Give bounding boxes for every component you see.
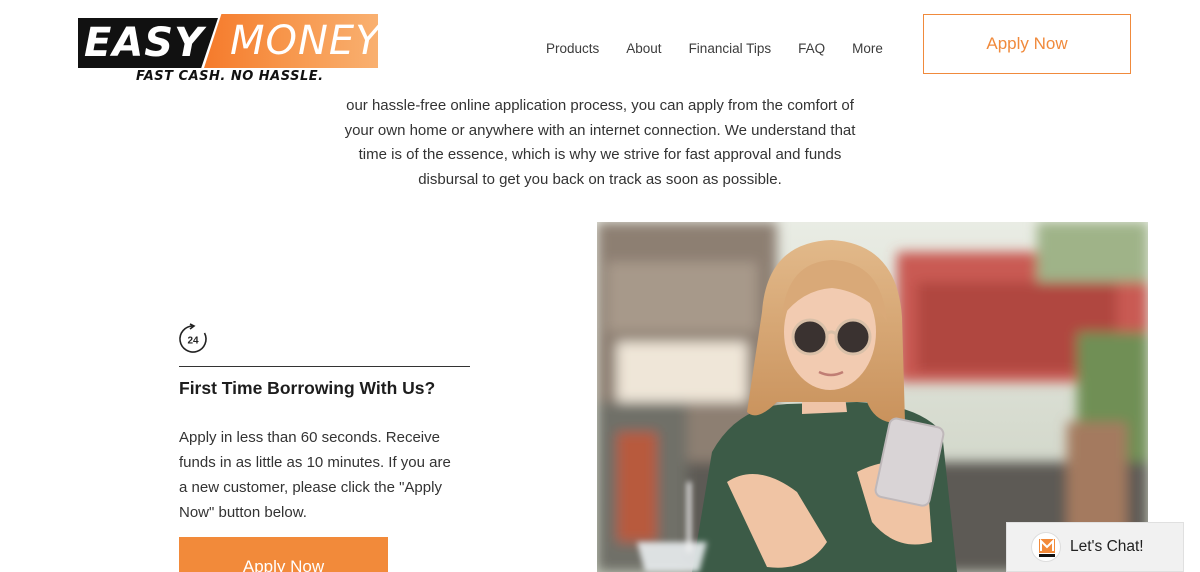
intro-paragraph: our hassle-free online application proce… — [300, 94, 900, 192]
logo-word-easy: EASY — [84, 20, 205, 66]
intro-line: time is of the essence, which is why we … — [358, 146, 842, 163]
apply-now-button[interactable]: Apply Now — [179, 537, 388, 572]
logo-word-money: MONEY — [230, 18, 381, 64]
intro-line: disbursal to get you back on track as so… — [418, 170, 782, 188]
logo-tagline: FAST CASH. NO HASSLE. — [136, 69, 324, 84]
nav-item-about[interactable]: About — [626, 40, 661, 58]
chat-label: Let's Chat! — [1070, 538, 1144, 555]
section-title: First Time Borrowing With Us? — [179, 378, 436, 398]
clock-icon-text: 24 — [187, 336, 199, 347]
header-apply-now-button[interactable]: Apply Now — [923, 14, 1131, 74]
chat-widget-button[interactable]: Let's Chat! — [1006, 522, 1184, 572]
clock-24-icon: 24 — [177, 323, 209, 355]
woman-with-phone-photo — [597, 222, 1148, 572]
nav-item-more[interactable]: More — [852, 40, 883, 58]
logo[interactable]: EASY MONEY FAST CASH. NO HASSLE. — [78, 12, 380, 86]
description-line: a new customer, please click the "Apply — [179, 479, 442, 496]
description-line: Apply in less than 60 seconds. Receive — [179, 429, 440, 446]
section-description: Apply in less than 60 seconds. Receive f… — [179, 425, 479, 525]
main-nav: Products About Financial Tips FAQ More — [546, 40, 883, 58]
section-divider — [179, 366, 470, 367]
intro-line: your own home or anywhere with an intern… — [344, 121, 856, 139]
nav-item-financial-tips[interactable]: Financial Tips — [689, 40, 772, 58]
nav-item-faq[interactable]: FAQ — [798, 40, 825, 58]
description-line: Now" button below. — [179, 504, 307, 521]
chat-avatar-icon — [1031, 532, 1061, 562]
nav-item-products[interactable]: Products — [546, 40, 599, 58]
intro-line: our hassle-free online application proce… — [346, 97, 854, 114]
description-line: funds in as little as 10 minutes. If you… — [179, 454, 451, 471]
